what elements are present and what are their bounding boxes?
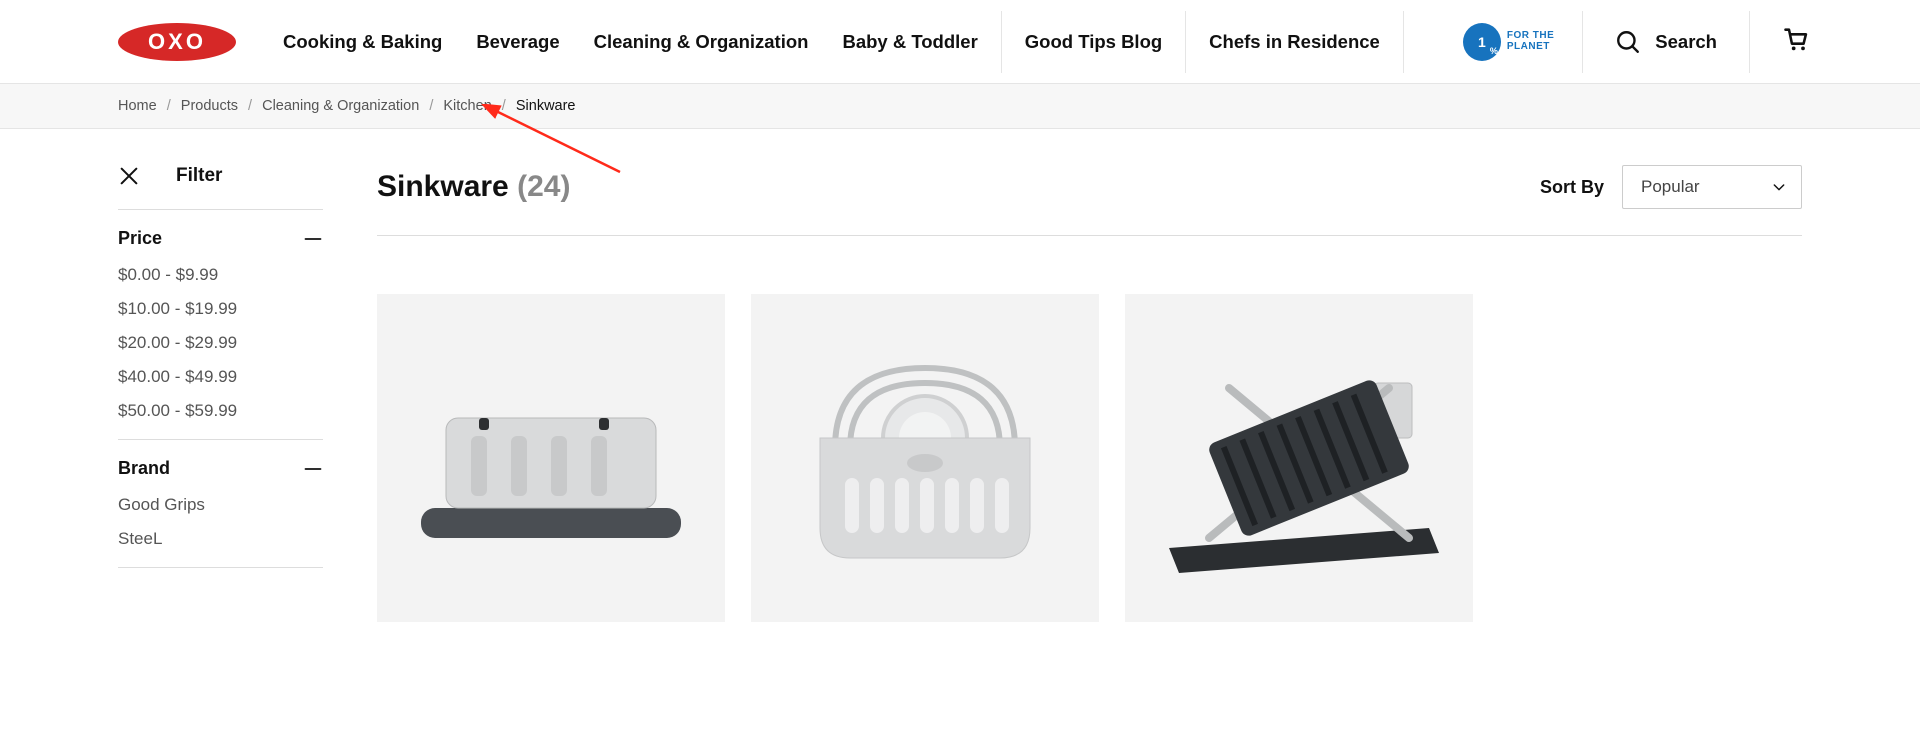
- brand-logo-text: OXO: [148, 29, 206, 55]
- product-card[interactable]: [1125, 294, 1473, 622]
- close-icon: [118, 165, 140, 187]
- price-option[interactable]: $10.00 - $19.99: [118, 299, 323, 319]
- nav-cooking-baking[interactable]: Cooking & Baking: [266, 0, 459, 83]
- header-divider: [1749, 11, 1750, 73]
- facet-brand-toggle[interactable]: Brand: [118, 458, 323, 485]
- main-content: Sinkware (24) Sort By Popular: [377, 165, 1802, 622]
- category-header-row: Sinkware (24) Sort By Popular: [377, 165, 1802, 236]
- crumb-home[interactable]: Home: [118, 98, 157, 114]
- nav-baby-toddler[interactable]: Baby & Toddler: [825, 0, 994, 83]
- sort-control: Sort By Popular: [1540, 165, 1802, 209]
- nav-divider: [1001, 11, 1002, 73]
- sort-label: Sort By: [1540, 177, 1604, 198]
- cart-icon: [1782, 25, 1810, 53]
- nav-cleaning-organization[interactable]: Cleaning & Organization: [577, 0, 826, 83]
- price-option[interactable]: $20.00 - $29.99: [118, 333, 323, 353]
- search-icon: [1615, 29, 1641, 55]
- crumb-separator: /: [502, 98, 506, 114]
- facet-brand-label: Brand: [118, 458, 170, 479]
- product-image: [775, 328, 1075, 588]
- minus-icon: [303, 229, 323, 249]
- category-count: (24): [517, 170, 570, 203]
- facet-price-options: $0.00 - $9.99 $10.00 - $19.99 $20.00 - $…: [118, 255, 323, 421]
- product-card[interactable]: [751, 294, 1099, 622]
- sort-select[interactable]: Popular: [1622, 165, 1802, 209]
- minus-icon: [303, 459, 323, 479]
- facet-price-toggle[interactable]: Price: [118, 228, 323, 255]
- search-button[interactable]: Search: [1593, 29, 1739, 55]
- nav-divider: [1403, 11, 1404, 73]
- chevron-down-icon: [1771, 179, 1787, 195]
- crumb-products[interactable]: Products: [181, 98, 238, 114]
- crumb-separator: /: [248, 98, 252, 114]
- crumb-kitchen[interactable]: Kitchen: [443, 98, 491, 114]
- page-body: Filter Price $0.00 - $9.99 $10.00 - $19.…: [0, 129, 1920, 622]
- crumb-current: Sinkware: [516, 98, 576, 114]
- primary-nav: Cooking & Baking Beverage Cleaning & Org…: [266, 0, 1410, 83]
- header-divider: [1582, 11, 1583, 73]
- facet-price: Price $0.00 - $9.99 $10.00 - $19.99 $20.…: [118, 210, 323, 440]
- nav-beverage[interactable]: Beverage: [459, 0, 576, 83]
- header-right: 1 FOR THE PLANET Search: [1445, 0, 1810, 83]
- product-image: [401, 348, 701, 568]
- filter-title: Filter: [176, 165, 222, 187]
- filter-toggle[interactable]: Filter: [118, 165, 323, 210]
- brand-option[interactable]: SteeL: [118, 529, 323, 549]
- cart-button[interactable]: [1760, 25, 1810, 58]
- facet-brand-options: Good Grips SteeL: [118, 485, 323, 549]
- product-grid: [377, 236, 1802, 622]
- planet-badge-text: FOR THE PLANET: [1507, 31, 1554, 52]
- price-option[interactable]: $40.00 - $49.99: [118, 367, 323, 387]
- price-option[interactable]: $50.00 - $59.99: [118, 401, 323, 421]
- product-card[interactable]: [377, 294, 725, 622]
- site-header: OXO Cooking & Baking Beverage Cleaning &…: [0, 0, 1920, 84]
- crumb-cleaning-organization[interactable]: Cleaning & Organization: [262, 98, 419, 114]
- category-name: Sinkware: [377, 170, 509, 203]
- price-option[interactable]: $0.00 - $9.99: [118, 265, 323, 285]
- facet-brand: Brand Good Grips SteeL: [118, 440, 323, 568]
- sort-selected-value: Popular: [1641, 177, 1700, 197]
- category-title: Sinkware (24): [377, 170, 570, 204]
- nav-chefs-in-residence[interactable]: Chefs in Residence: [1192, 0, 1397, 83]
- one-percent-planet-badge[interactable]: 1 FOR THE PLANET: [1445, 23, 1572, 61]
- facet-price-label: Price: [118, 228, 162, 249]
- nav-good-tips-blog[interactable]: Good Tips Blog: [1008, 0, 1179, 83]
- crumb-separator: /: [429, 98, 433, 114]
- breadcrumb-bar: Home / Products / Cleaning & Organizatio…: [0, 84, 1920, 129]
- brand-logo[interactable]: OXO: [118, 23, 236, 61]
- filter-sidebar: Filter Price $0.00 - $9.99 $10.00 - $19.…: [118, 165, 323, 622]
- search-label: Search: [1655, 31, 1717, 53]
- nav-divider: [1185, 11, 1186, 73]
- planet-icon: 1: [1463, 23, 1501, 61]
- crumb-separator: /: [167, 98, 171, 114]
- brand-option[interactable]: Good Grips: [118, 495, 323, 515]
- product-image: [1139, 328, 1459, 588]
